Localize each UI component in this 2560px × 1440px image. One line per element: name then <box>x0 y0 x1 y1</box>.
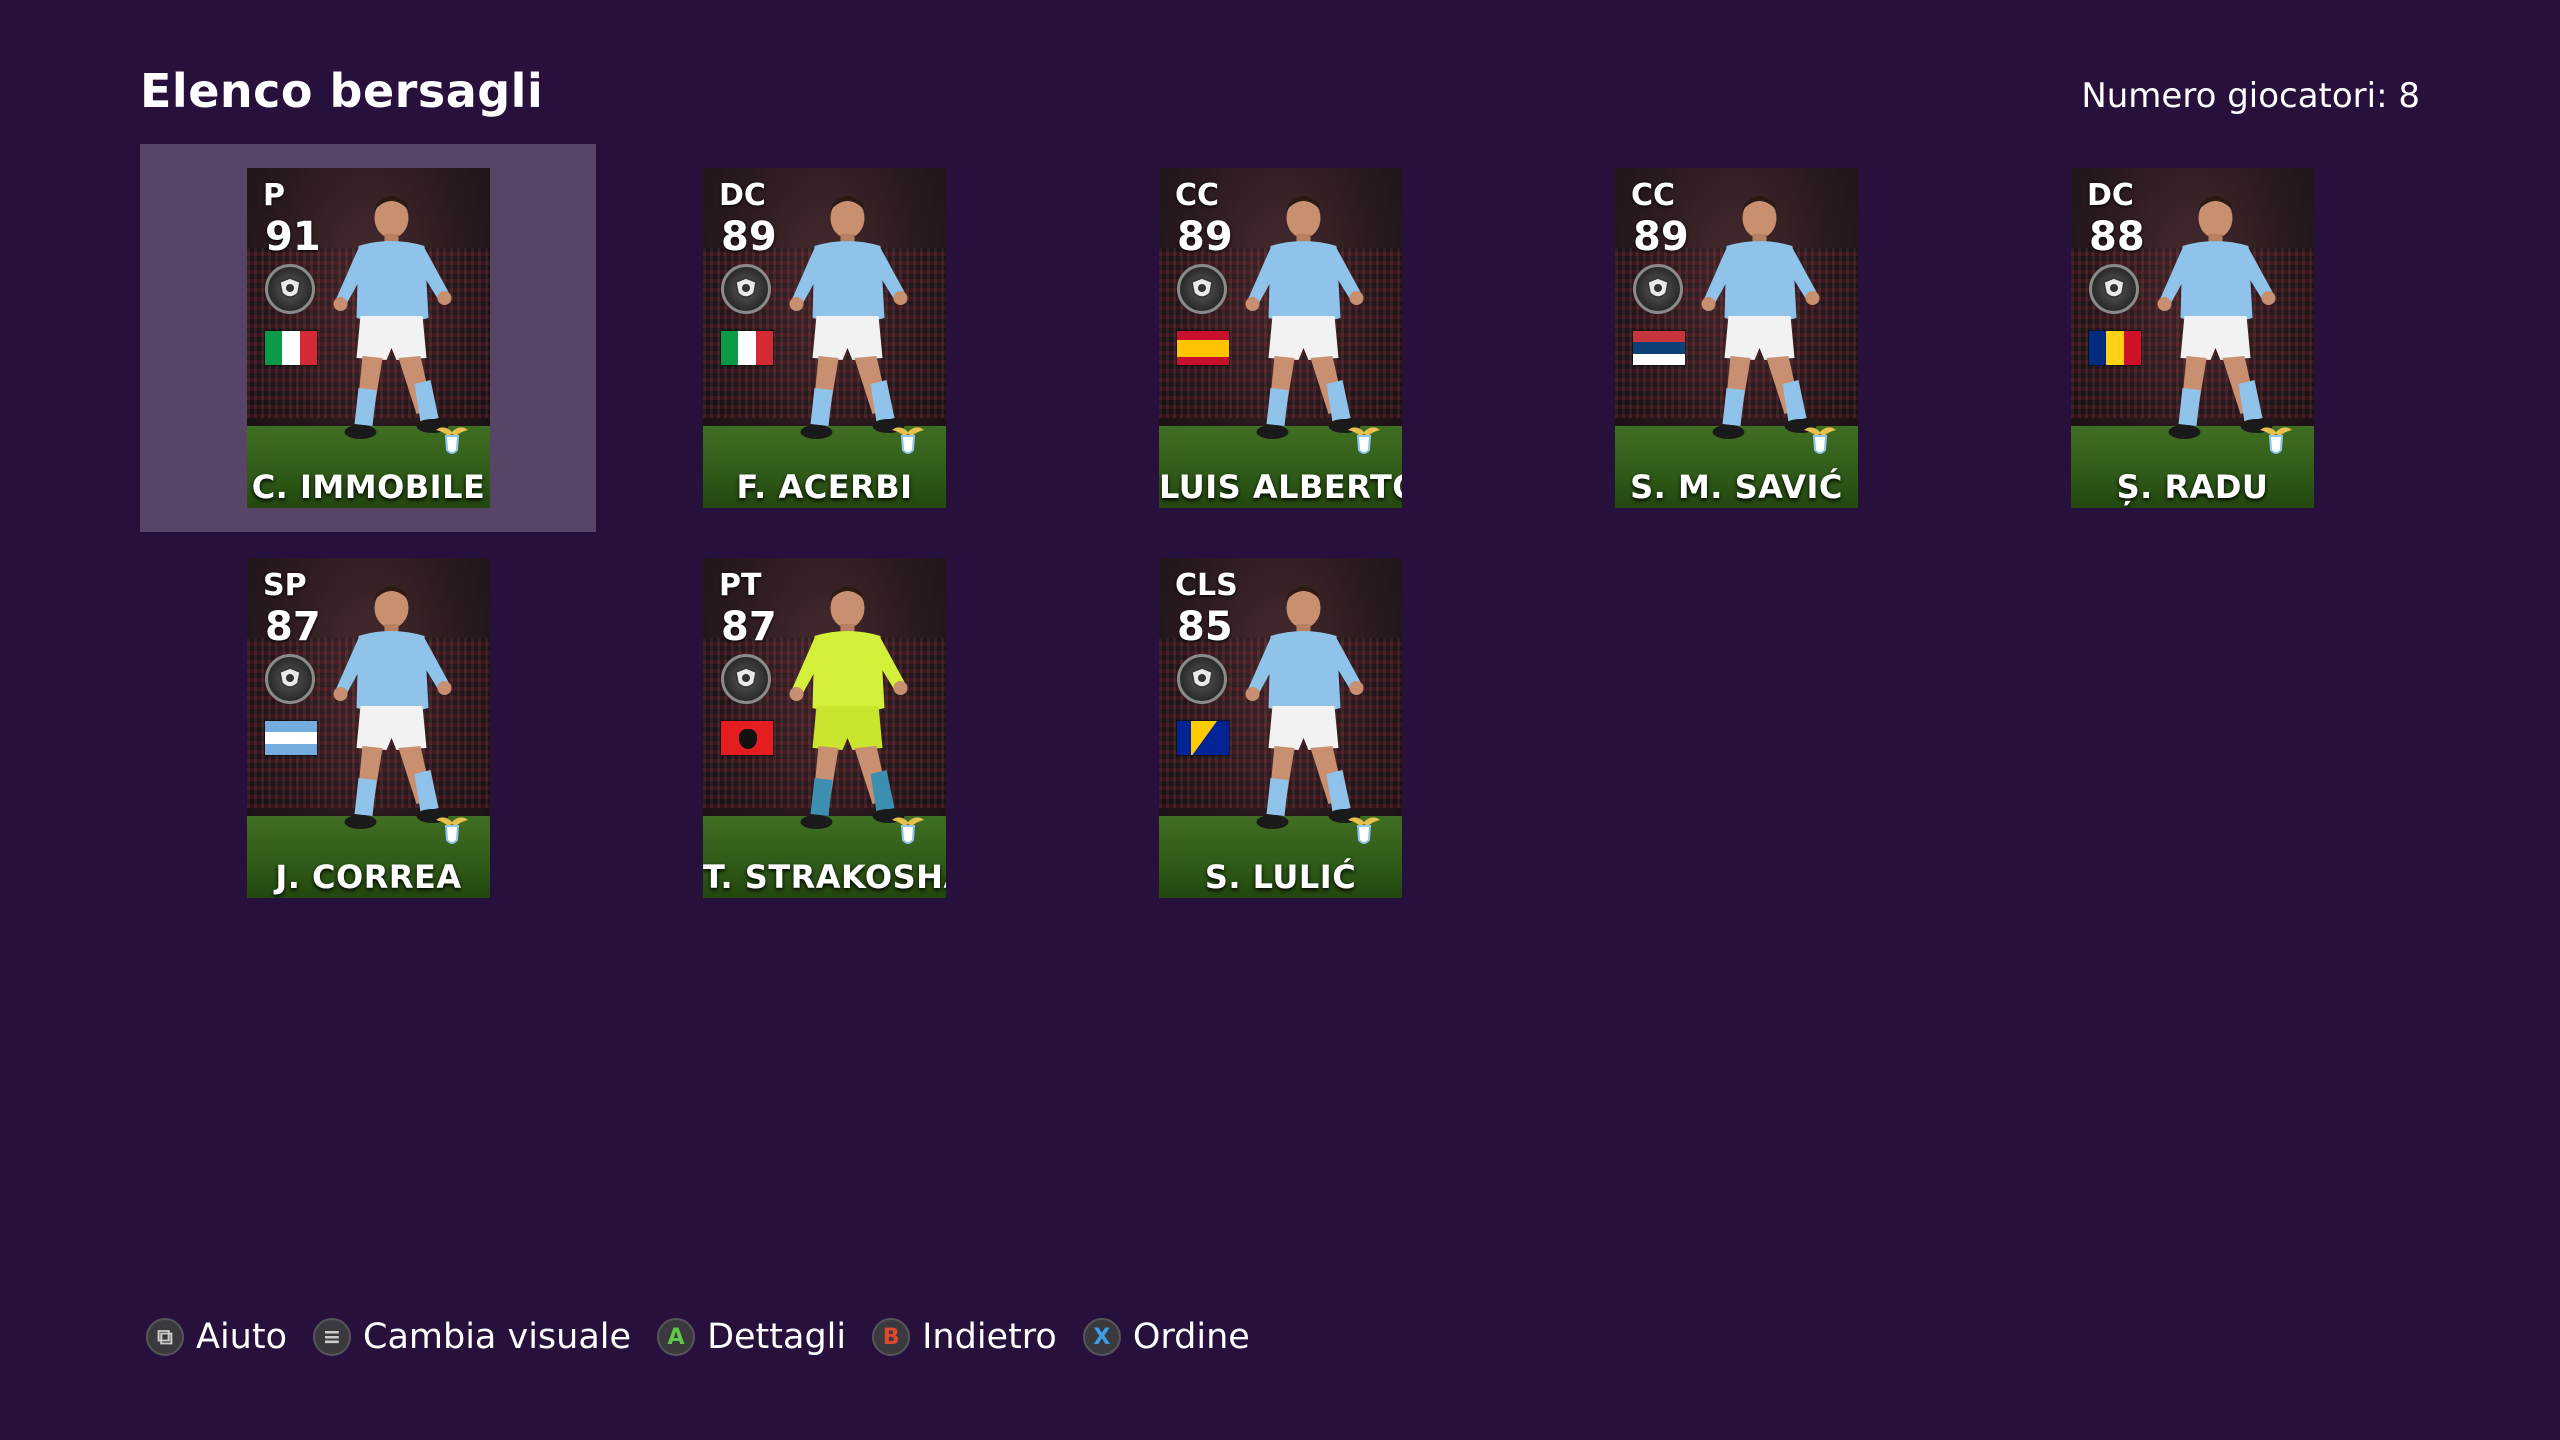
card-type-badge-icon <box>1633 264 1683 314</box>
player-card[interactable]: CC 89 LUIS ALBERTO <box>1159 168 1402 508</box>
hint-ordine[interactable]: X Ordine <box>1082 1317 1250 1357</box>
player-slot[interactable]: CC 89 S. M. SAVIĆ <box>1508 144 1964 532</box>
player-rating: 89 <box>1177 214 1233 260</box>
club-crest-icon <box>890 422 926 458</box>
club-crest-icon <box>1346 422 1382 458</box>
club-crest-icon <box>434 812 470 848</box>
player-slot[interactable]: CLS 85 S. LULIĆ <box>1052 534 1508 922</box>
player-position: CC <box>1631 178 1676 213</box>
club-crest-icon <box>434 422 470 458</box>
player-rating: 89 <box>1633 214 1689 260</box>
nationality-flag-icon <box>1176 330 1230 366</box>
player-card[interactable]: CC 89 S. M. SAVIĆ <box>1615 168 1858 508</box>
player-position: P <box>263 178 285 213</box>
player-rating: 89 <box>721 214 777 260</box>
hint-label: Ordine <box>1132 1317 1250 1357</box>
player-card[interactable]: DC 88 Ș. RADU <box>2071 168 2314 508</box>
nationality-flag-icon <box>264 720 318 756</box>
player-slot[interactable]: CC 89 LUIS ALBERTO <box>1052 144 1508 532</box>
x-button-icon: X <box>1082 1318 1121 1356</box>
player-card[interactable]: DC 89 F. ACERBI <box>703 168 946 508</box>
nationality-flag-icon <box>2088 330 2142 366</box>
nationality-flag-icon <box>1632 330 1686 366</box>
target-list-screen: Elenco bersagli Numero giocatori: 8 P 91 C… <box>0 0 2560 1440</box>
player-card[interactable]: P 91 C. IMMOBILE <box>247 168 490 508</box>
player-position: DC <box>2087 178 2134 213</box>
player-slot[interactable]: PT 87 T. STRAKOSHA <box>596 534 1052 922</box>
nationality-flag-icon <box>720 330 774 366</box>
player-card[interactable]: CLS 85 S. LULIĆ <box>1159 558 1402 898</box>
club-crest-icon <box>1802 422 1838 458</box>
a-button-icon: A <box>657 1318 696 1356</box>
player-position: PT <box>719 568 762 603</box>
hint-dettagli[interactable]: A Dettagli <box>657 1317 846 1357</box>
player-rating: 87 <box>265 604 321 650</box>
card-type-badge-icon <box>265 264 315 314</box>
nationality-flag-icon <box>1176 720 1230 756</box>
player-name: S. LULIĆ <box>1204 858 1357 896</box>
hint-label: Indietro <box>922 1317 1057 1357</box>
player-name: T. STRAKOSHA <box>703 858 946 896</box>
player-name: LUIS ALBERTO <box>1159 468 1402 506</box>
controller-hints-bar: ⧉ Aiuto ≡ Cambia visuale A Dettagli B Indietro X… <box>146 1317 1250 1357</box>
club-crest-icon <box>1346 812 1382 848</box>
card-type-badge-icon <box>1177 264 1227 314</box>
player-name: Ș. RADU <box>2116 468 2269 506</box>
player-slot[interactable]: DC 88 Ș. RADU <box>1964 144 2420 532</box>
nationality-flag-icon <box>264 330 318 366</box>
player-name: F. ACERBI <box>736 468 913 506</box>
player-rating: 88 <box>2089 214 2145 260</box>
player-rating: 91 <box>265 214 321 260</box>
player-position: CC <box>1175 178 1220 213</box>
card-type-badge-icon <box>1177 654 1227 704</box>
card-type-badge-icon <box>721 264 771 314</box>
hint-aiuto[interactable]: ⧉ Aiuto <box>146 1317 287 1357</box>
card-type-badge-icon <box>2089 264 2139 314</box>
hint-label: Aiuto <box>196 1317 287 1357</box>
club-crest-icon <box>2258 422 2294 458</box>
player-name: C. IMMOBILE <box>251 468 486 506</box>
card-type-badge-icon <box>265 654 315 704</box>
player-name: J. CORREA <box>275 858 462 896</box>
player-slot[interactable]: P 91 C. IMMOBILE <box>140 144 596 532</box>
player-name: S. M. SAVIĆ <box>1630 468 1843 506</box>
player-card[interactable]: SP 87 J. CORREA <box>247 558 490 898</box>
nationality-flag-icon <box>720 720 774 756</box>
hint-label: Cambia visuale <box>363 1317 632 1357</box>
player-card[interactable]: PT 87 T. STRAKOSHA <box>703 558 946 898</box>
player-slot[interactable]: SP 87 J. CORREA <box>140 534 596 922</box>
club-crest-icon <box>890 812 926 848</box>
player-position: SP <box>263 568 307 603</box>
hint-label: Dettagli <box>707 1317 847 1357</box>
b-button-icon: B <box>872 1318 911 1356</box>
card-type-badge-icon <box>721 654 771 704</box>
player-position: CLS <box>1175 568 1238 603</box>
view-icon: ⧉ <box>146 1318 184 1356</box>
hint-cambia-visuale[interactable]: ≡ Cambia visuale <box>313 1317 631 1357</box>
menu-icon: ≡ <box>313 1318 351 1356</box>
player-rating: 87 <box>721 604 777 650</box>
player-position: DC <box>719 178 766 213</box>
player-rating: 85 <box>1177 604 1233 650</box>
player-grid: P 91 C. IMMOBILE DC 89 F. ACERBI CC 89 LUIS AL <box>0 0 2560 1000</box>
hint-indietro[interactable]: B Indietro <box>872 1317 1057 1357</box>
player-slot[interactable]: DC 89 F. ACERBI <box>596 144 1052 532</box>
